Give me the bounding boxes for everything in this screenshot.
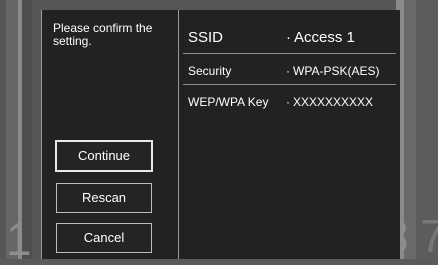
confirm-prompt: Please confirm the setting. <box>53 21 153 48</box>
confirm-settings-dialog: Please confirm the setting. Continue Res… <box>41 10 400 259</box>
divider <box>183 84 396 85</box>
key-value: XXXXXXXXXX <box>286 95 373 109</box>
settings-row-key: WEP/WPA Key XXXXXXXXXX <box>188 95 395 117</box>
ssid-label: SSID <box>188 29 224 46</box>
rescan-button[interactable]: Rescan <box>56 183 152 213</box>
background-digit: 1 <box>6 213 32 265</box>
security-value: WPA-PSK(AES) <box>286 64 379 78</box>
settings-row-security: Security WPA-PSK(AES) <box>188 64 395 86</box>
continue-button[interactable]: Continue <box>55 140 153 172</box>
divider <box>183 53 396 54</box>
security-label: Security <box>188 64 232 78</box>
cancel-button[interactable]: Cancel <box>56 223 152 253</box>
ssid-value: Access 1 <box>286 29 355 46</box>
action-pane: Please confirm the setting. Continue Res… <box>42 10 179 259</box>
background-digit: 7 <box>420 210 438 262</box>
key-label: WEP/WPA Key <box>188 95 269 109</box>
settings-summary: SSID Access 1 Security WPA-PSK(AES) WEP/… <box>179 10 400 259</box>
